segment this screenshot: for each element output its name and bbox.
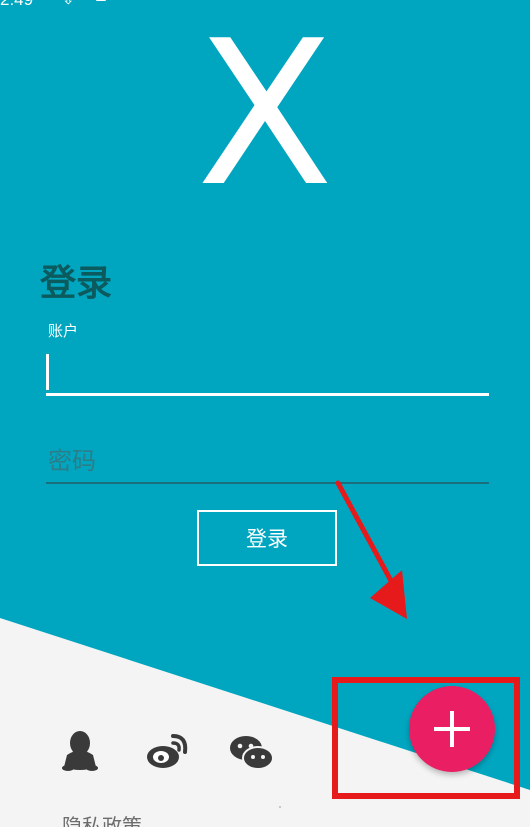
login-screen: 2:49 ⇩ X 登录 账户 登录 隐私政策 (0, 0, 530, 827)
add-button[interactable] (409, 686, 495, 772)
privacy-policy-link[interactable]: 隐私政策 (62, 813, 142, 827)
qq-icon[interactable] (56, 728, 104, 776)
wechat-icon[interactable] (228, 728, 276, 776)
text-caret (46, 354, 49, 390)
login-title: 登录 (40, 263, 113, 304)
divider-dot (279, 806, 281, 808)
login-button[interactable]: 登录 (197, 510, 337, 566)
weibo-icon[interactable] (143, 728, 191, 776)
account-input[interactable] (46, 348, 489, 396)
plus-icon (434, 711, 470, 747)
status-time: 2:49 (0, 0, 33, 10)
sim-card-icon (96, 0, 106, 1)
app-logo: X (196, 0, 334, 231)
account-label: 账户 (48, 322, 79, 340)
password-input[interactable] (46, 440, 489, 484)
download-icon: ⇩ (62, 0, 75, 8)
